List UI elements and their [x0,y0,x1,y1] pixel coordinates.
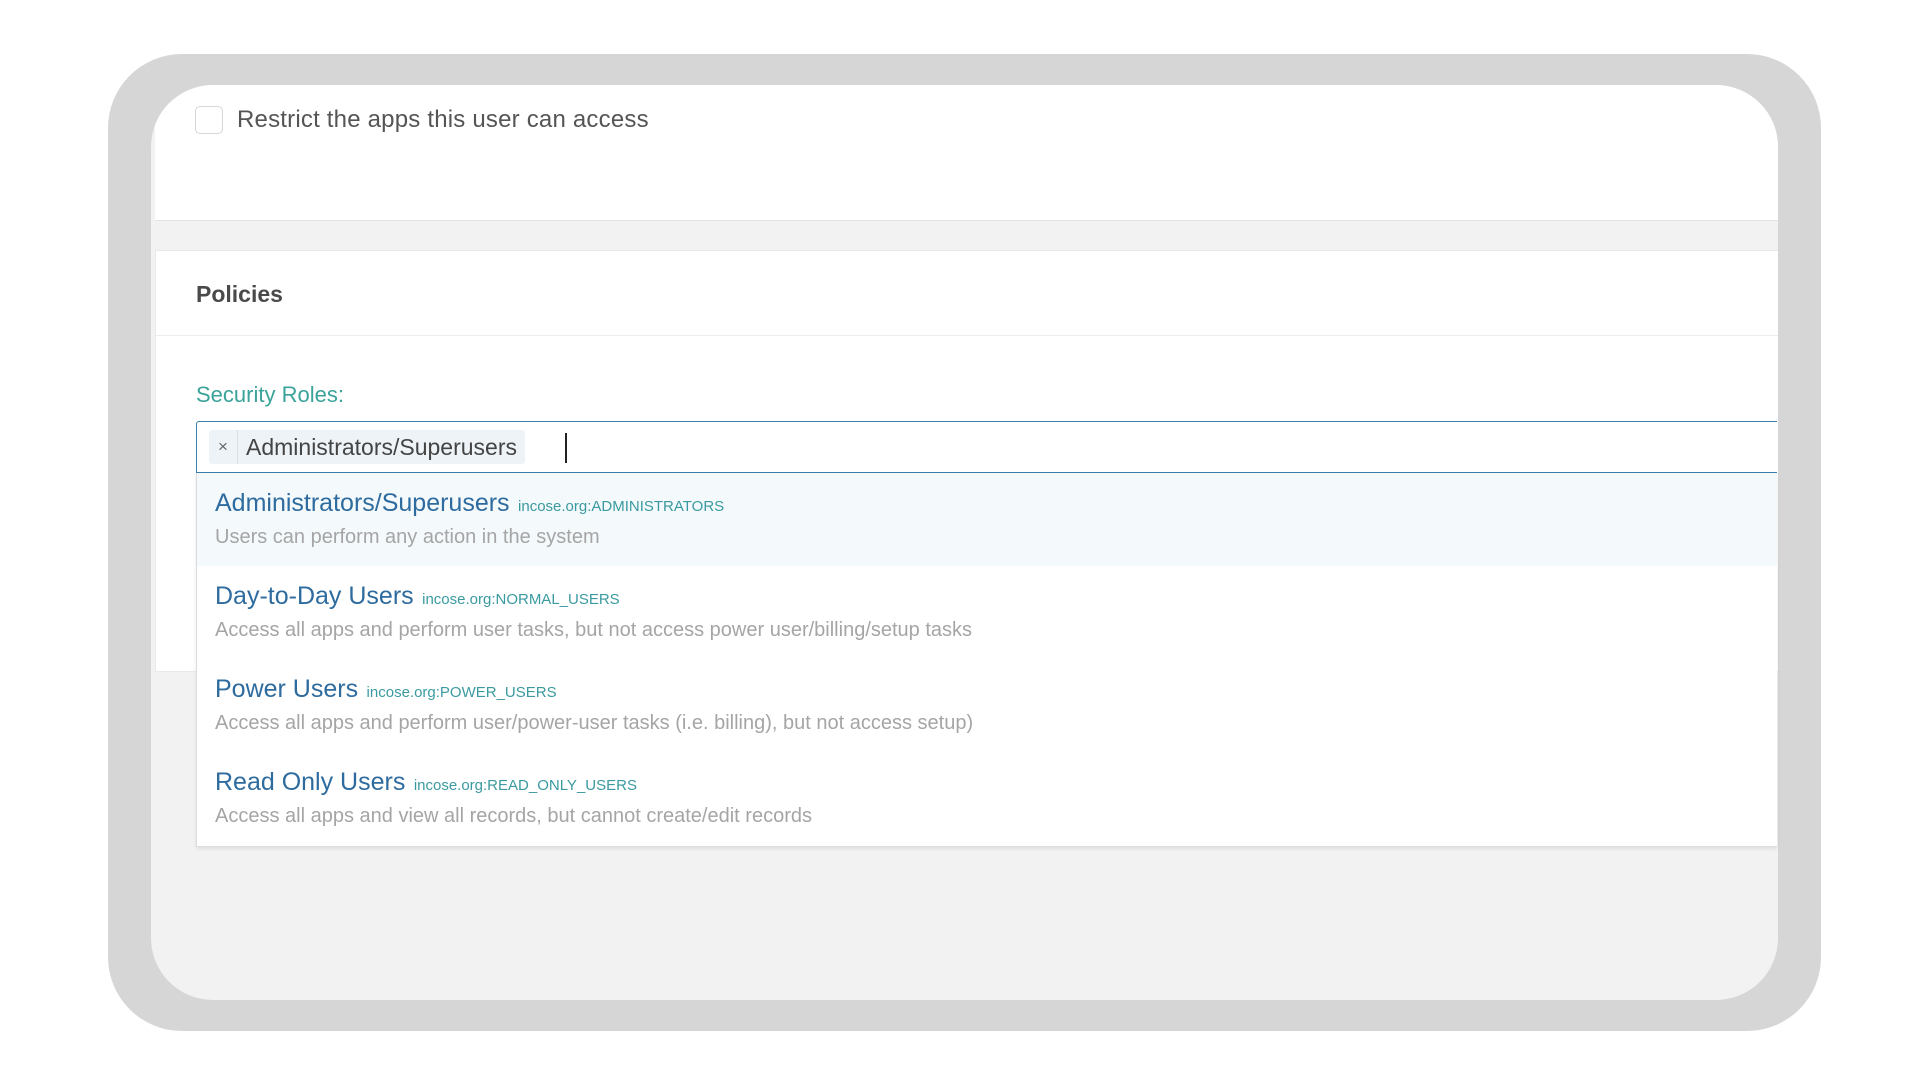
option-code: incose.org:NORMAL_USERS [422,591,620,608]
role-option-administrators[interactable]: Administrators/Superusers incose.org:ADM… [197,473,1777,566]
text-cursor [565,433,567,463]
policies-title: Policies [196,281,283,307]
option-title-line: Day-to-Day Users incose.org:NORMAL_USERS [215,582,620,611]
policies-header: Policies [156,251,1778,336]
restrict-apps-label[interactable]: Restrict the apps this user can access [237,106,649,134]
option-name: Administrators/Superusers [215,489,510,517]
role-option-day-to-day[interactable]: Day-to-Day Users incose.org:NORMAL_USERS… [197,566,1777,659]
option-description: Access all apps and perform user tasks, … [215,619,973,641]
security-roles-select[interactable]: × Administrators/Superusers [196,421,1777,473]
option-code: incose.org:POWER_USERS [366,684,557,701]
option-description: Access all apps and view all records, bu… [215,805,812,827]
option-code: incose.org:ADMINISTRATORS [518,498,725,515]
option-description: Users can perform any action in the syst… [215,526,600,548]
restrict-apps-row[interactable]: Restrict the apps this user can access [195,106,649,134]
option-title-line: Read Only Users incose.org:READ_ONLY_USE… [215,768,637,797]
role-option-power-users[interactable]: Power Users incose.org:POWER_USERS Acces… [197,659,1777,752]
option-name: Power Users [215,675,359,703]
restrict-apps-card: Restrict the apps this user can access [155,85,1778,221]
role-option-read-only[interactable]: Read Only Users incose.org:READ_ONLY_USE… [197,752,1777,845]
option-name: Day-to-Day Users [215,582,414,610]
chip-label: Administrators/Superusers [246,433,517,460]
selected-role-chip: × Administrators/Superusers [209,430,525,464]
security-roles-label: Security Roles: [196,382,344,407]
option-title-line: Administrators/Superusers incose.org:ADM… [215,489,724,518]
chip-remove-icon[interactable]: × [209,430,238,464]
option-name: Read Only Users [215,768,406,796]
option-description: Access all apps and perform user/power-u… [215,712,974,734]
restrict-apps-checkbox[interactable] [195,106,223,134]
option-code: incose.org:READ_ONLY_USERS [413,777,637,794]
option-title-line: Power Users incose.org:POWER_USERS [215,675,557,704]
security-roles-dropdown: Administrators/Superusers incose.org:ADM… [196,473,1777,847]
